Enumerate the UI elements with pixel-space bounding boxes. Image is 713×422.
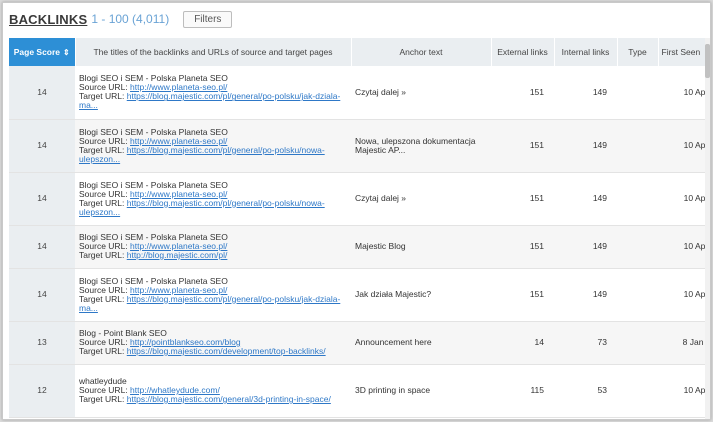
backlinks-table: Page Score ⇕ The titles of the backlinks …	[9, 38, 705, 418]
column-header-page-score[interactable]: Page Score ⇕	[9, 38, 76, 66]
scrollbar-thumb[interactable]	[705, 44, 710, 78]
page-score-cell: 14	[9, 172, 75, 226]
table-row: 12 whatleydude Source URL: http://whatle…	[9, 364, 705, 418]
result-range: 1 - 100 (4,011)	[91, 12, 170, 26]
table-row: 14 Blogi SEO i SEM - Polska Planeta SEO …	[9, 225, 705, 269]
backlink-details-cell: Blogi SEO i SEM - Polska Planeta SEO Sou…	[75, 268, 351, 322]
external-links-cell: 151	[491, 119, 554, 173]
column-header-label: Page Score	[13, 46, 61, 57]
type-cell	[617, 268, 658, 322]
page-score-cell: 13	[9, 321, 75, 365]
table-header-row: Page Score ⇕ The titles of the backlinks …	[9, 38, 705, 66]
column-header-titles[interactable]: The titles of the backlinks and URLs of …	[75, 38, 352, 66]
internal-links-cell: 149	[554, 225, 617, 269]
target-url-label: Target URL:	[79, 346, 125, 356]
sort-updown-icon: ⇕	[63, 48, 70, 58]
vertical-scrollbar[interactable]	[705, 38, 710, 419]
page-score-cell: 14	[9, 225, 75, 269]
type-cell	[617, 119, 658, 173]
first-seen-cell: 10 Apr 20	[658, 172, 705, 226]
first-seen-cell: 10 Apr 20	[658, 119, 705, 173]
page-score-cell: 14	[9, 268, 75, 322]
backlink-details-cell: Blog - Point Blank SEO Source URL: http:…	[75, 321, 351, 365]
backlinks-panel: BACKLINKS 1 - 100 (4,011) Filters Page S…	[2, 2, 711, 420]
first-seen-cell: 10 Apr 20	[658, 66, 705, 120]
table-row: 14 Blogi SEO i SEM - Polska Planeta SEO …	[9, 172, 705, 226]
target-url-link[interactable]: https://blog.majestic.com/general/3d-pri…	[127, 394, 331, 404]
type-cell	[617, 66, 658, 120]
internal-links-cell: 149	[554, 119, 617, 173]
first-seen-cell: 10 Apr 20	[658, 364, 705, 418]
anchor-text-cell: Nowa, ulepszona dokumentacja Majestic AP…	[351, 119, 491, 173]
first-seen-cell: 8 Jan 201	[658, 321, 705, 365]
target-url-link[interactable]: http://blog.majestic.com/pl/	[127, 250, 228, 260]
anchor-text-cell: Czytaj dalej »	[351, 172, 491, 226]
panel-header: BACKLINKS 1 - 100 (4,011) Filters	[9, 9, 233, 29]
column-header-type[interactable]: Type	[617, 38, 659, 66]
external-links-cell: 151	[491, 172, 554, 226]
internal-links-cell: 53	[554, 364, 617, 418]
anchor-text-cell: 3D printing in space	[351, 364, 491, 418]
anchor-text-cell: Majestic Blog	[351, 225, 491, 269]
backlinks-title-link[interactable]: BACKLINKS	[9, 12, 87, 27]
external-links-cell: 14	[491, 321, 554, 365]
filters-button[interactable]: Filters	[183, 10, 233, 28]
target-url-label: Target URL:	[79, 250, 125, 260]
target-url-link[interactable]: https://blog.majestic.com/development/to…	[127, 346, 326, 356]
column-header-anchor-text[interactable]: Anchor text	[351, 38, 492, 66]
column-header-internal-links[interactable]: Internal links	[554, 38, 618, 66]
table-row: 14 Blogi SEO i SEM - Polska Planeta SEO …	[9, 119, 705, 173]
backlink-details-cell: whatleydude Source URL: http://whatleydu…	[75, 364, 351, 418]
external-links-cell: 151	[491, 268, 554, 322]
backlink-details-cell: Blogi SEO i SEM - Polska Planeta SEO Sou…	[75, 172, 351, 226]
column-header-external-links[interactable]: External links	[491, 38, 555, 66]
anchor-text-cell: Jak działa Majestic?	[351, 268, 491, 322]
internal-links-cell: 149	[554, 268, 617, 322]
page-score-cell: 12	[9, 364, 75, 418]
table-row: 14 Blogi SEO i SEM - Polska Planeta SEO …	[9, 66, 705, 120]
type-cell	[617, 364, 658, 418]
table-row: 14 Blogi SEO i SEM - Polska Planeta SEO …	[9, 268, 705, 322]
external-links-cell: 115	[491, 364, 554, 418]
type-cell	[617, 321, 658, 365]
anchor-text-cell: Czytaj dalej »	[351, 66, 491, 120]
external-links-cell: 151	[491, 66, 554, 120]
first-seen-cell: 10 Apr 20	[658, 268, 705, 322]
backlink-details-cell: Blogi SEO i SEM - Polska Planeta SEO Sou…	[75, 119, 351, 173]
internal-links-cell: 73	[554, 321, 617, 365]
table-row: 13 Blog - Point Blank SEO Source URL: ht…	[9, 321, 705, 365]
target-url-label: Target URL:	[79, 394, 125, 404]
external-links-cell: 151	[491, 225, 554, 269]
type-cell	[617, 225, 658, 269]
first-seen-cell: 10 Apr 20	[658, 225, 705, 269]
type-cell	[617, 172, 658, 226]
anchor-text-cell: Announcement here	[351, 321, 491, 365]
internal-links-cell: 149	[554, 66, 617, 120]
page-score-cell: 14	[9, 119, 75, 173]
backlink-details-cell: Blogi SEO i SEM - Polska Planeta SEO Sou…	[75, 225, 351, 269]
internal-links-cell: 149	[554, 172, 617, 226]
backlink-details-cell: Blogi SEO i SEM - Polska Planeta SEO Sou…	[75, 66, 351, 120]
page-score-cell: 14	[9, 66, 75, 120]
backlinks-table-container[interactable]: Page Score ⇕ The titles of the backlinks …	[9, 38, 705, 419]
column-header-first-seen[interactable]: First Seen	[658, 38, 705, 66]
